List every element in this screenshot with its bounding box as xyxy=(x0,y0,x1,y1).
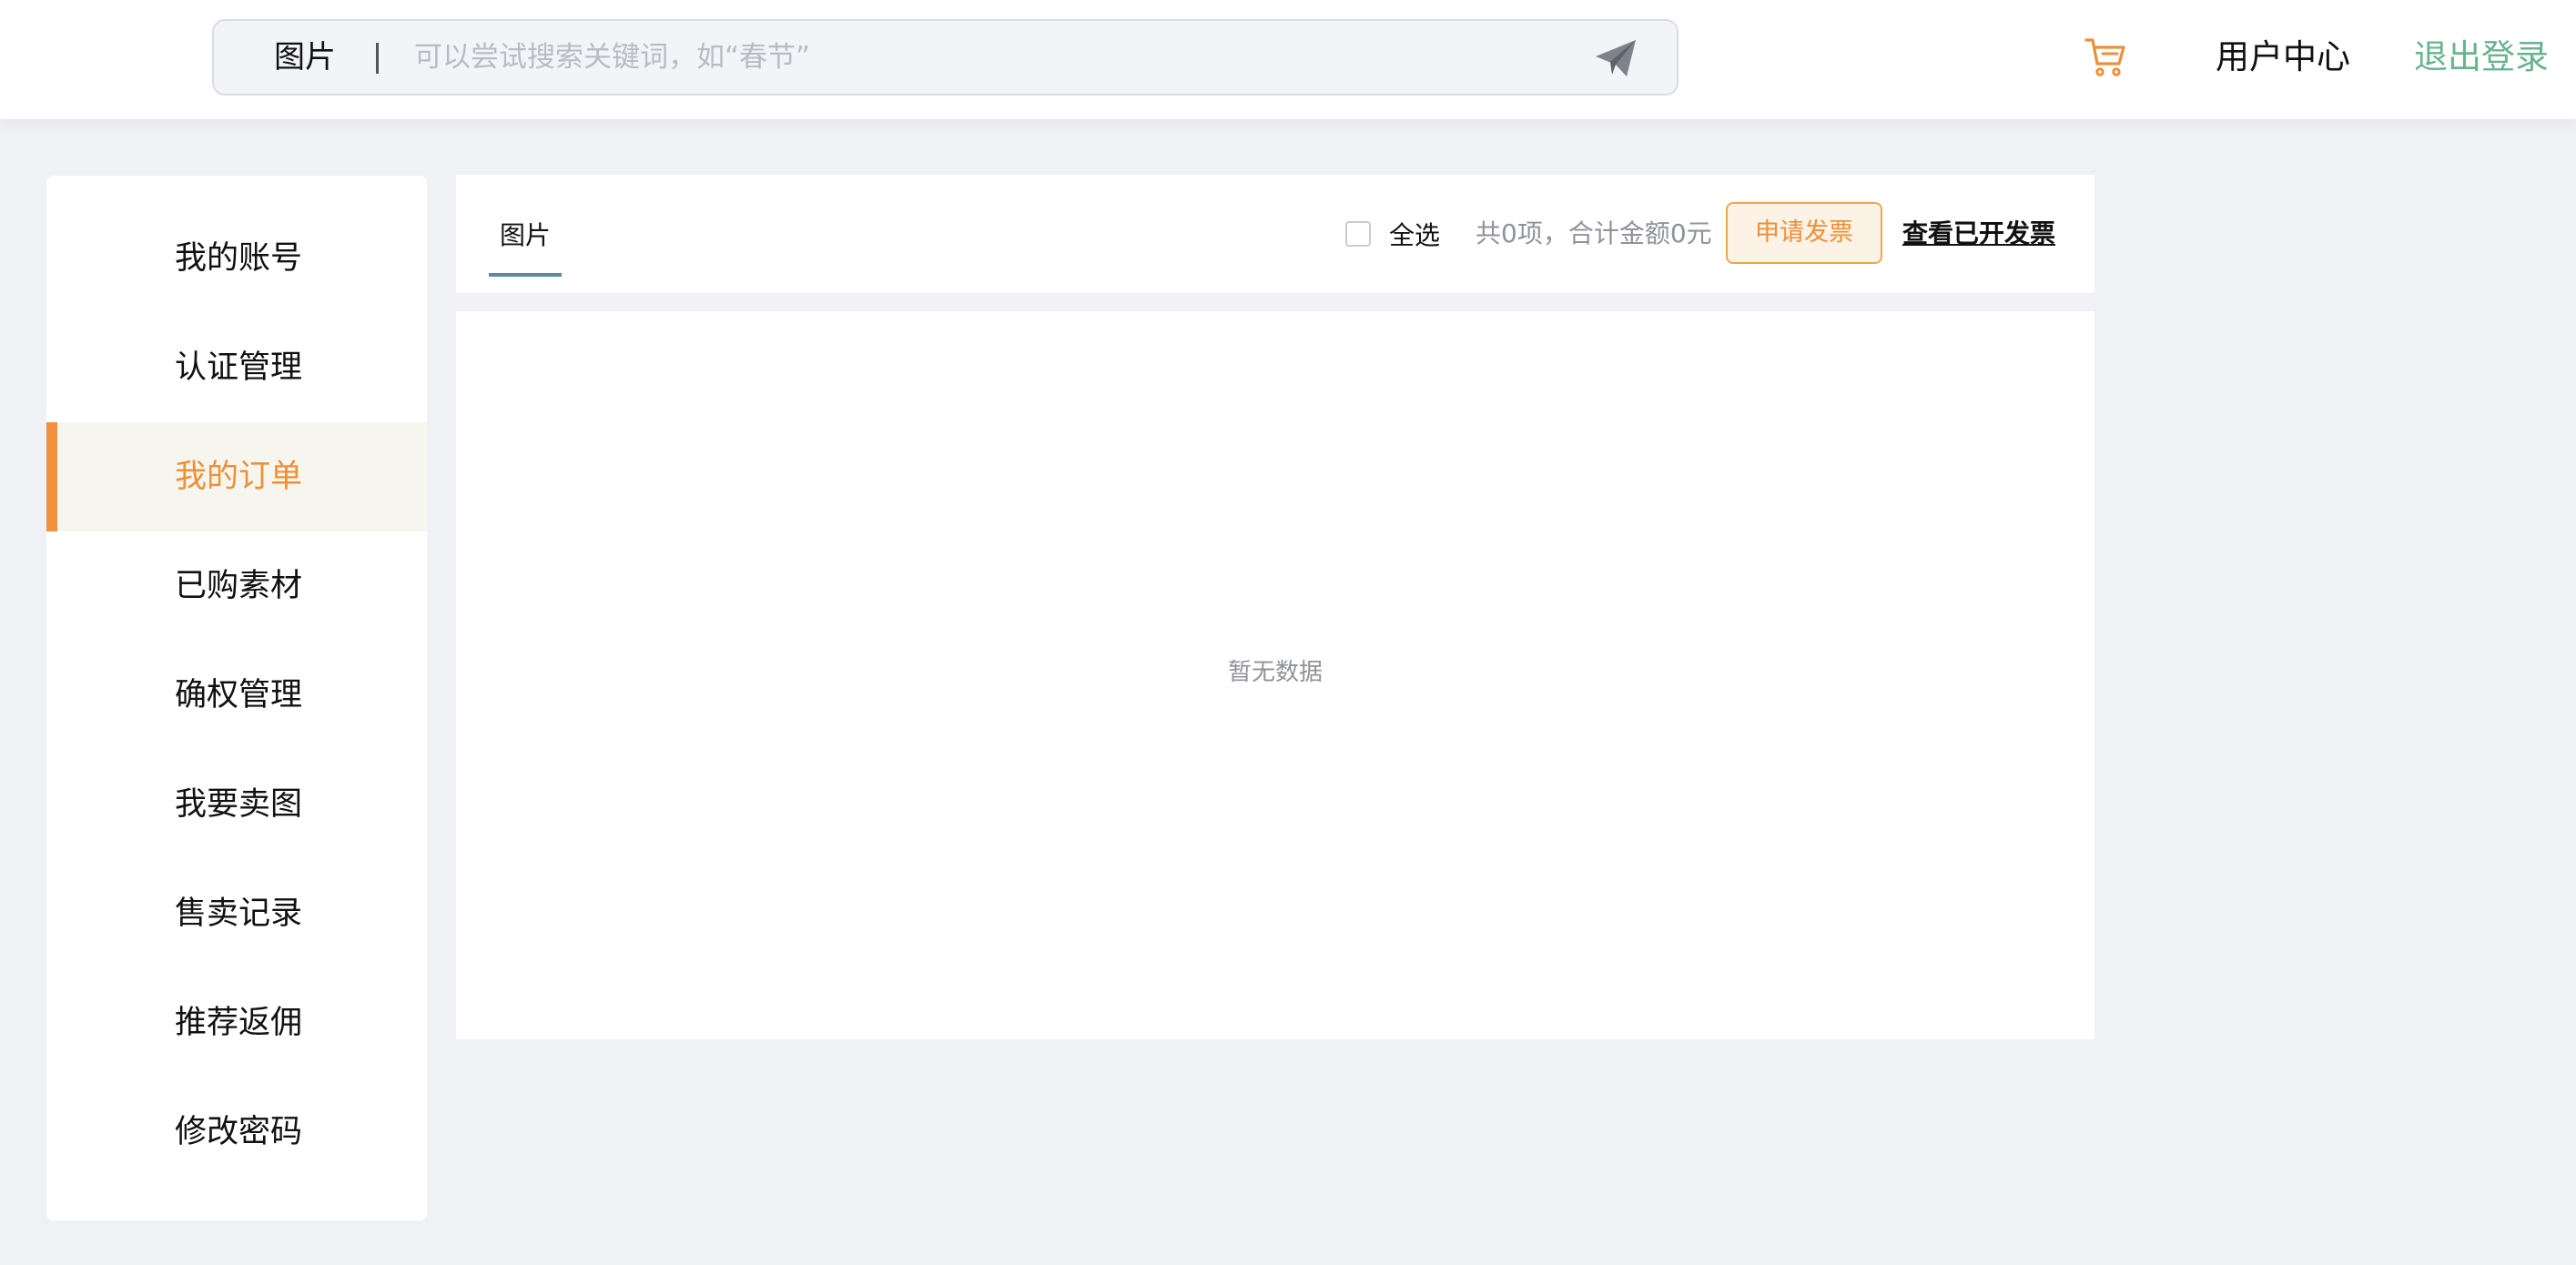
sidebar-item-my-account[interactable]: 我的账号 xyxy=(46,204,427,313)
logout-link[interactable]: 退出登录 xyxy=(2414,31,2549,84)
top-header: 图片 用户中心 退出登录 xyxy=(0,0,2576,119)
paper-plane-icon[interactable] xyxy=(1594,38,1638,78)
sidebar-item-my-orders[interactable]: 我的订单 xyxy=(46,422,427,531)
search-category-selector[interactable]: 图片 xyxy=(274,21,336,94)
sidebar-item-purchased-assets[interactable]: 已购素材 xyxy=(46,531,427,641)
empty-state-text: 暂无数据 xyxy=(1227,659,1323,686)
select-all-label: 全选 xyxy=(1389,220,1441,250)
user-center-link[interactable]: 用户中心 xyxy=(2216,31,2350,84)
orders-list: 暂无数据 xyxy=(456,311,2094,1039)
order-summary: 共0项，合计金额0元 xyxy=(1476,218,1712,248)
sidebar-item-sales-records[interactable]: 售卖记录 xyxy=(46,859,427,968)
view-issued-invoices-link[interactable]: 查看已开发票 xyxy=(1902,218,2055,249)
sidebar-item-verification[interactable]: 认证管理 xyxy=(46,313,427,422)
orders-toolbar: 图片 全选 共0项，合计金额0元 申请发票 查看已开发票 xyxy=(456,175,2094,293)
sidebar-menu: 我的账号 认证管理 我的订单 已购素材 确权管理 我要卖图 售卖记录 推荐返佣 … xyxy=(46,176,427,1220)
shopping-cart-icon[interactable] xyxy=(2084,36,2126,78)
search-bar: 图片 xyxy=(212,19,1678,96)
request-invoice-button[interactable]: 申请发票 xyxy=(1726,202,1882,264)
tab-images[interactable]: 图片 xyxy=(489,175,562,277)
sidebar-item-change-password[interactable]: 修改密码 xyxy=(46,1078,427,1187)
select-all-control[interactable]: 全选 xyxy=(1345,218,1441,250)
select-all-checkbox[interactable] xyxy=(1345,221,1371,247)
search-divider xyxy=(376,43,379,74)
sidebar-item-referral-commission[interactable]: 推荐返佣 xyxy=(46,968,427,1078)
search-input[interactable] xyxy=(414,30,1552,85)
sidebar-item-sell-images[interactable]: 我要卖图 xyxy=(46,750,427,859)
sidebar-item-rights-management[interactable]: 确权管理 xyxy=(46,641,427,750)
